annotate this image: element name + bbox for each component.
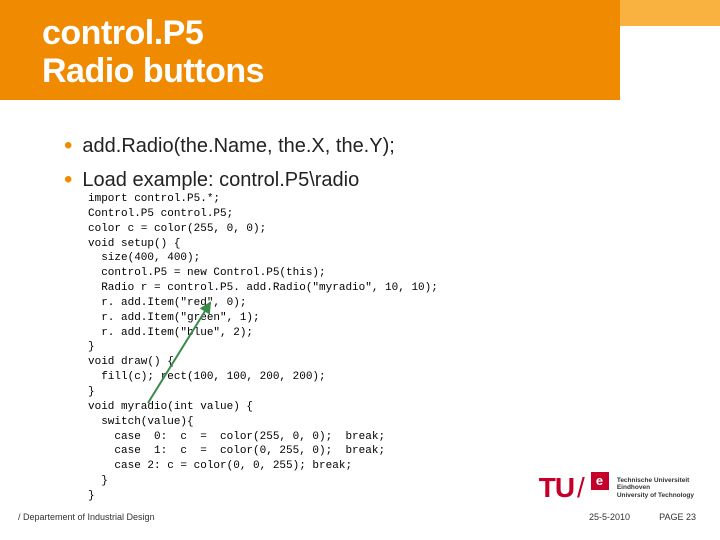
footer-page: PAGE 23 — [659, 512, 696, 522]
slide: control.P5 Radio buttons add.Radio(the.N… — [0, 0, 720, 540]
title-line-2: Radio buttons — [42, 52, 264, 91]
logo-slash: / — [577, 472, 585, 504]
logo-text-line: Technische Universiteit — [617, 477, 694, 484]
footer-date: 25-5-2010 — [589, 512, 630, 522]
banner-accent — [620, 0, 720, 26]
logo-text-line: University of Technology — [617, 492, 694, 499]
logo-text: Technische Universiteit Eindhoven Univer… — [617, 477, 694, 499]
university-logo: TU/ Technische Universiteit Eindhoven Un… — [539, 472, 694, 504]
bullet-item: Load example: control.P5\radio — [64, 162, 395, 196]
code-block: import control.P5.*; Control.P5 control.… — [88, 192, 438, 504]
title-line-1: control.P5 — [42, 14, 203, 53]
bullet-list: add.Radio(the.Name, the.X, the.Y); Load … — [64, 128, 395, 195]
logo-tu: TU — [539, 472, 574, 504]
footer-department: / Departement of Industrial Design — [18, 512, 155, 522]
bullet-item: add.Radio(the.Name, the.X, the.Y); — [64, 128, 395, 162]
logo-text-line: Eindhoven — [617, 484, 694, 491]
logo-e-square — [591, 474, 611, 502]
